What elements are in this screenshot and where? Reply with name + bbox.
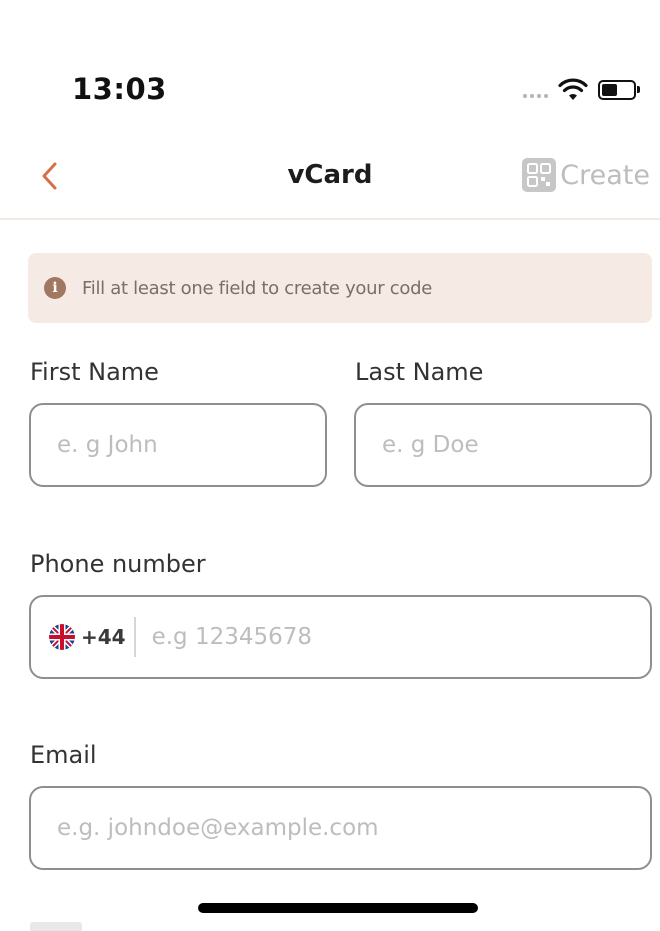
first-name-field-box (29, 403, 327, 487)
info-banner-text: Fill at least one field to create your c… (82, 277, 432, 299)
email-input[interactable] (57, 788, 650, 868)
last-name-field-box (354, 403, 652, 487)
phone-field-box: +44 (29, 595, 652, 679)
info-banner: i Fill at least one field to create your… (28, 253, 652, 323)
info-icon: i (44, 277, 66, 299)
create-button[interactable]: Create (522, 158, 650, 192)
first-name-input[interactable] (57, 405, 325, 485)
battery-icon (598, 80, 640, 100)
last-name-label: Last Name (355, 358, 484, 386)
qr-code-icon (522, 158, 557, 192)
status-time: 13:03 (72, 72, 167, 106)
phone-divider (133, 617, 136, 657)
status-bar: 13:03 (0, 0, 660, 130)
email-field-box (29, 786, 652, 870)
nav-bar: vCard Create (0, 140, 660, 220)
country-code-picker[interactable]: +44 (49, 597, 134, 677)
dial-code: +44 (81, 625, 126, 649)
uk-flag-icon (49, 624, 75, 650)
phone-number-input[interactable] (151, 597, 592, 677)
email-label: Email (30, 741, 97, 769)
wifi-icon (558, 78, 588, 100)
signal-dots-icon (523, 80, 548, 100)
vcard-screen: 13:03 vCard Create i Fill at least one f… (0, 0, 660, 931)
last-name-input[interactable] (382, 405, 650, 485)
next-field-label-peek (30, 922, 82, 931)
first-name-label: First Name (30, 358, 159, 386)
create-button-label: Create (560, 159, 650, 191)
home-indicator (198, 903, 478, 913)
phone-number-label: Phone number (30, 550, 206, 578)
status-icons (523, 74, 640, 106)
